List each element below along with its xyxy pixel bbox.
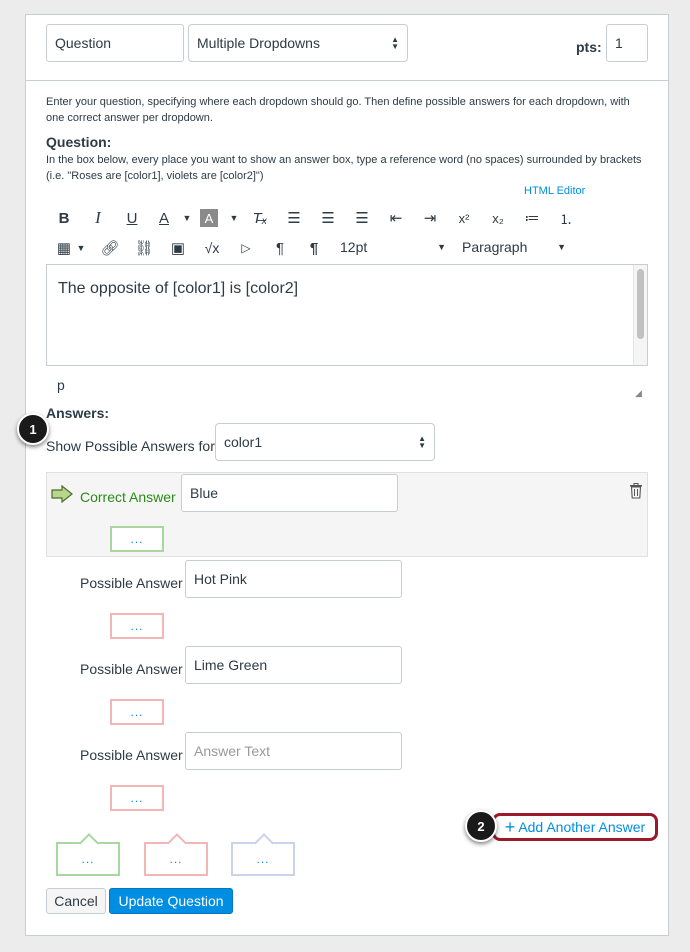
possible-answer-input[interactable]: Lime Green bbox=[185, 646, 402, 684]
underline-icon[interactable]: U bbox=[121, 207, 143, 229]
correct-comments-bubble[interactable]: ... bbox=[56, 842, 120, 876]
update-question-button[interactable]: Update Question bbox=[109, 888, 233, 914]
trash-icon[interactable] bbox=[629, 483, 643, 499]
select-arrows-icon: ▲ ▼ bbox=[391, 35, 399, 51]
possible-answer-comment-button[interactable]: ... bbox=[110, 699, 164, 725]
blank-select-value: color1 bbox=[224, 434, 263, 450]
possible-answer-comment-button[interactable]: ... bbox=[110, 613, 164, 639]
superscript-icon[interactable]: x² bbox=[453, 207, 475, 229]
show-answers-label: Show Possible Answers for bbox=[46, 438, 215, 454]
add-another-answer-label: Add Another Answer bbox=[518, 819, 646, 835]
incorrect-comments-bubble[interactable]: ... bbox=[144, 842, 208, 876]
points-input[interactable]: 1 bbox=[606, 24, 648, 62]
font-size-select[interactable]: 12pt ▼ bbox=[340, 239, 446, 259]
callout-1: 1 bbox=[17, 413, 49, 445]
resize-handle-icon[interactable]: ◢ bbox=[635, 388, 642, 399]
select-arrows-icon: ▲ ▼ bbox=[418, 434, 426, 450]
font-size-value: 12pt bbox=[340, 239, 368, 255]
block-format-select[interactable]: Paragraph ▼ bbox=[462, 239, 566, 259]
correct-answer-comment-button[interactable]: ... bbox=[110, 526, 164, 552]
html-editor-link[interactable]: HTML Editor bbox=[524, 185, 585, 197]
text-color-icon[interactable]: A bbox=[153, 207, 175, 229]
indent-icon[interactable]: ⇥ bbox=[419, 207, 441, 229]
header-divider bbox=[26, 80, 668, 81]
question-heading: Question: bbox=[46, 134, 112, 150]
possible-answer-label: Possible Answer bbox=[80, 747, 183, 763]
question-title-input[interactable]: Question bbox=[46, 24, 184, 62]
chevron-down-icon: ▼ bbox=[437, 242, 446, 252]
question-type-select[interactable]: Multiple Dropdowns ▲ ▼ bbox=[188, 24, 408, 62]
subscript-icon[interactable]: x₂ bbox=[487, 207, 509, 229]
answers-heading: Answers: bbox=[46, 405, 110, 421]
image-icon[interactable]: ▣ bbox=[167, 237, 189, 259]
editor-scrollbar[interactable] bbox=[633, 265, 647, 365]
bold-icon[interactable]: B bbox=[53, 207, 75, 229]
link-icon[interactable]: 🔗︎ bbox=[99, 237, 121, 259]
italic-icon[interactable]: I bbox=[87, 207, 109, 229]
possible-answer-input[interactable]: Hot Pink bbox=[185, 560, 402, 598]
ltr-icon[interactable]: ¶ bbox=[269, 237, 291, 259]
pts-label: pts: bbox=[576, 39, 602, 55]
unlink-icon[interactable]: ⛓︎ bbox=[133, 237, 155, 259]
neutral-comments-bubble[interactable]: ... bbox=[231, 842, 295, 876]
rich-text-editor[interactable]: The opposite of [color1] is [color2] bbox=[46, 264, 648, 366]
scrollbar-thumb[interactable] bbox=[637, 269, 644, 339]
question-help-text: In the box below, every place you want t… bbox=[46, 154, 642, 182]
numbered-list-icon[interactable]: ⒈ bbox=[555, 207, 577, 229]
correct-arrow-icon[interactable] bbox=[51, 484, 73, 504]
question-type-value: Multiple Dropdowns bbox=[197, 35, 320, 51]
callout-2: 2 bbox=[465, 810, 497, 842]
align-left-icon[interactable]: ☰ bbox=[283, 207, 305, 229]
media-icon[interactable]: ▷ bbox=[235, 237, 257, 259]
add-another-answer-button[interactable]: + Add Another Answer bbox=[492, 813, 658, 841]
equation-icon[interactable]: √x bbox=[201, 237, 223, 259]
possible-answer-input[interactable]: Answer Text bbox=[185, 732, 402, 770]
outdent-icon[interactable]: ⇤ bbox=[385, 207, 407, 229]
blank-select[interactable]: color1 ▲ ▼ bbox=[215, 423, 435, 461]
background-color-icon[interactable]: A bbox=[200, 209, 218, 227]
clear-formatting-icon[interactable]: T̶ₓ bbox=[249, 207, 271, 229]
cancel-button[interactable]: Cancel bbox=[46, 888, 106, 914]
correct-answer-label: Correct Answer bbox=[80, 489, 176, 505]
intro-text: Enter your question, specifying where ea… bbox=[46, 96, 630, 124]
rtl-icon[interactable]: ¶ bbox=[303, 237, 325, 259]
align-right-icon[interactable]: ☰ bbox=[351, 207, 373, 229]
block-format-value: Paragraph bbox=[462, 239, 528, 255]
editor-content[interactable]: The opposite of [color1] is [color2] bbox=[58, 280, 298, 298]
table-dropdown-icon[interactable]: ▼ bbox=[70, 237, 92, 259]
align-center-icon[interactable]: ☰ bbox=[317, 207, 339, 229]
plus-icon: + bbox=[504, 816, 516, 837]
correct-answer-input[interactable]: Blue bbox=[181, 474, 398, 512]
possible-answer-comment-button[interactable]: ... bbox=[110, 785, 164, 811]
background-color-dropdown-icon[interactable]: ▼ bbox=[223, 207, 245, 229]
question-form: Question Multiple Dropdowns ▲ ▼ pts: 1 En… bbox=[25, 14, 669, 936]
possible-answer-label: Possible Answer bbox=[80, 575, 183, 591]
chevron-down-icon: ▼ bbox=[557, 242, 566, 252]
text-color-dropdown-icon[interactable]: ▼ bbox=[176, 207, 198, 229]
editor-path: p bbox=[57, 377, 65, 393]
possible-answer-label: Possible Answer bbox=[80, 661, 183, 677]
bulleted-list-icon[interactable]: ≔ bbox=[521, 207, 543, 229]
